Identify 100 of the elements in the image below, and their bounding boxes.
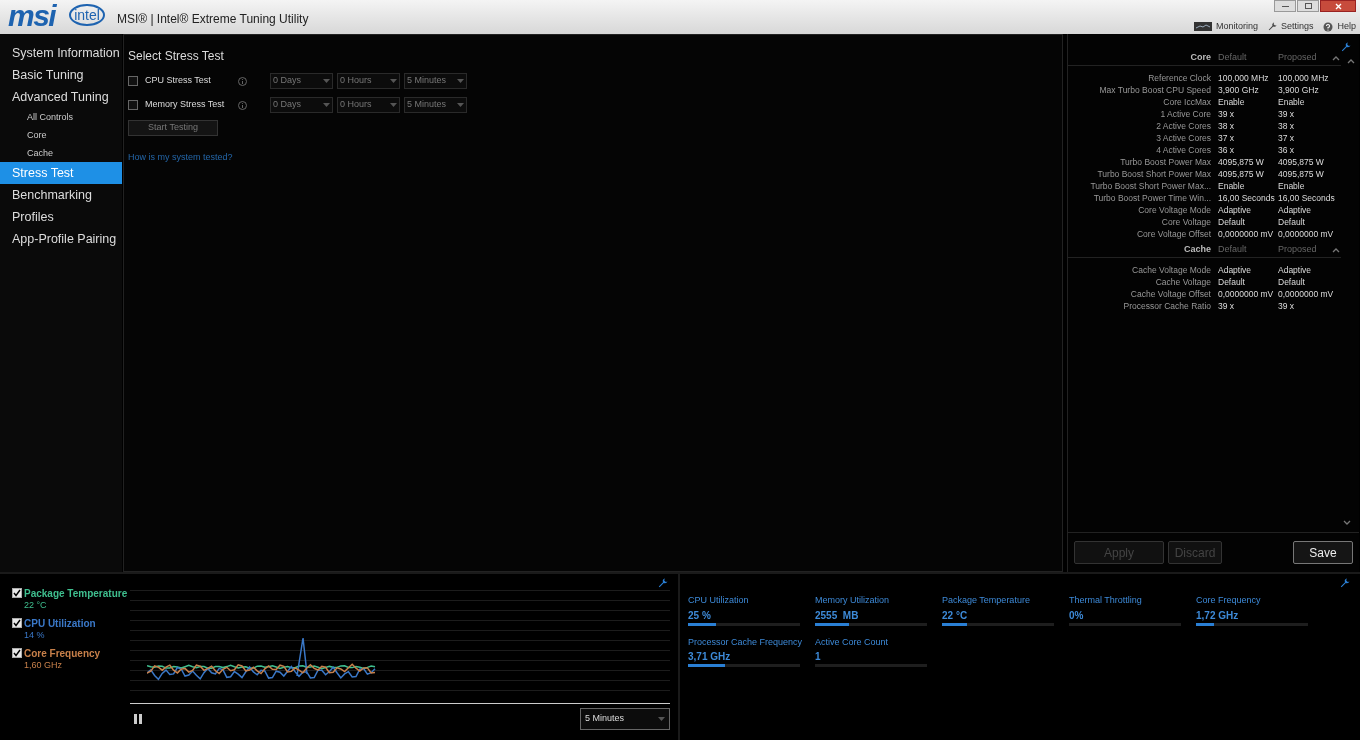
duration-dropdown[interactable]: 0 Hours (337, 97, 400, 113)
default-value: 37 x (1218, 131, 1236, 145)
sidebar-subitem[interactable]: Core (0, 126, 122, 144)
default-value: 0,0000000 mV (1218, 287, 1275, 301)
proposed-value: 0,0000000 mV (1278, 287, 1335, 301)
collapse-icon[interactable] (1332, 247, 1340, 253)
collapse-icon[interactable] (1332, 55, 1340, 61)
metric-label: Package Temperature (942, 594, 1031, 607)
default-value: 36 x (1218, 143, 1236, 157)
metric-value: 2555 MB (815, 608, 860, 623)
dropdown-arrow-icon (457, 103, 464, 107)
duration-dropdown[interactable]: 0 Days (270, 97, 333, 113)
proposed-value: 16,00 Seconds (1278, 191, 1336, 205)
metric-label: Processor Cache Frequency (688, 635, 800, 649)
default-value: 16,00 Seconds (1218, 191, 1276, 205)
maximize-button[interactable] (1297, 0, 1319, 12)
proposed-value: Enable (1278, 179, 1306, 193)
setting-label: 1 Active Core (1159, 107, 1211, 121)
setting-label: Core Voltage Mode (1137, 203, 1211, 217)
setting-label: Turbo Boost Short Power Max... (1089, 179, 1211, 193)
setting-label: Core Voltage Offset (1135, 227, 1211, 241)
checkbox[interactable] (12, 648, 22, 658)
pause-icon[interactable] (134, 714, 142, 724)
proposed-value: Default (1278, 215, 1306, 229)
sidebar-item[interactable]: Benchmarking (0, 184, 122, 206)
minimize-button[interactable] (1274, 0, 1296, 12)
proposed-value: 36 x (1278, 143, 1296, 157)
sidebar-item[interactable]: App-Profile Pairing (0, 228, 122, 250)
default-value: 39 x (1218, 107, 1236, 121)
default-value: 0,0000000 mV (1218, 227, 1275, 241)
toolbar-button[interactable]: Help (1323, 20, 1356, 34)
default-value: 39 x (1218, 299, 1236, 313)
proposed-value: 4095,875 W (1278, 167, 1325, 181)
help-link[interactable]: How is my system tested? (128, 152, 233, 162)
dropdown-arrow-icon (323, 79, 330, 83)
proposed-value: 0,0000000 mV (1278, 227, 1335, 241)
collapse-icon[interactable] (1347, 58, 1355, 64)
setting-label: 2 Active Cores (1155, 119, 1211, 133)
metric-value: 25 % (688, 608, 712, 623)
column-heading: Default (1218, 51, 1248, 65)
wrench-icon[interactable] (658, 578, 668, 588)
default-value: 4095,875 W (1218, 167, 1265, 181)
duration-dropdown[interactable]: 5 Minutes (404, 97, 467, 113)
setting-label: Max Turbo Boost CPU Speed (1098, 83, 1211, 97)
dropdown-arrow-icon (658, 717, 665, 721)
close-button[interactable] (1320, 0, 1356, 12)
info-icon[interactable] (238, 76, 247, 86)
setting-label: Cache Voltage Offset (1129, 287, 1211, 301)
proposed-value: 39 x (1278, 107, 1296, 121)
setting-label: Turbo Boost Power Max (1119, 155, 1211, 169)
legend-value: 22 °C (24, 599, 48, 611)
test-label: Memory Stress Test (145, 98, 226, 112)
panel-button[interactable]: Save (1293, 541, 1353, 564)
setting-label: 3 Active Cores (1155, 131, 1211, 145)
checkbox[interactable] (128, 100, 138, 110)
wrench-icon[interactable] (1340, 578, 1350, 588)
proposed-value: 37 x (1278, 131, 1296, 145)
time-range-dropdown[interactable]: 5 Minutes (580, 708, 670, 730)
toolbar-button[interactable]: Settings (1267, 20, 1314, 34)
default-value: 38 x (1218, 119, 1236, 133)
legend-value: 1,60 GHz (24, 659, 64, 671)
setting-label: Reference Clock (1147, 71, 1211, 85)
section-heading: Core (1189, 51, 1211, 65)
sidebar-item[interactable]: Advanced Tuning (0, 86, 122, 108)
column-heading: Proposed (1278, 243, 1318, 257)
toolbar-button[interactable]: Monitoring (1193, 20, 1258, 34)
default-value: Default (1218, 275, 1246, 289)
sidebar-item[interactable]: System Information (0, 42, 122, 64)
setting-label: Turbo Boost Short Power Max (1096, 167, 1211, 181)
metric-value: 3,71 GHz (688, 650, 732, 664)
sidebar-subitem[interactable]: Cache (0, 144, 122, 162)
default-value: Enable (1218, 179, 1246, 193)
checkbox[interactable] (12, 588, 22, 598)
sidebar-item[interactable]: Profiles (0, 206, 122, 228)
dropdown-arrow-icon (323, 103, 330, 107)
section-title: Select Stress Test (128, 48, 225, 65)
window-title: MSI® | Intel® Extreme Tuning Utility (116, 11, 309, 28)
info-icon[interactable] (238, 100, 247, 110)
checkbox[interactable] (128, 76, 138, 86)
default-value: Adaptive (1218, 263, 1253, 277)
proposed-value: 38 x (1278, 119, 1296, 133)
default-value: 4095,875 W (1218, 155, 1265, 169)
wrench-icon (1267, 22, 1277, 32)
duration-dropdown[interactable]: 0 Days (270, 73, 333, 89)
wrench-icon[interactable] (1341, 42, 1351, 52)
setting-label: Core IccMax (1162, 95, 1211, 109)
checkbox[interactable] (12, 618, 22, 628)
test-label: CPU Stress Test (145, 74, 212, 88)
expand-icon[interactable] (1343, 520, 1351, 526)
metric-label: Thermal Throttling (1069, 594, 1143, 607)
duration-dropdown[interactable]: 5 Minutes (404, 73, 467, 89)
metric-label: Active Core Count (815, 635, 890, 649)
sidebar-item[interactable]: Basic Tuning (0, 64, 122, 86)
proposed-value: Adaptive (1278, 203, 1313, 217)
proposed-value: Enable (1278, 95, 1306, 109)
proposed-value: 4095,875 W (1278, 155, 1325, 169)
duration-dropdown[interactable]: 0 Hours (337, 73, 400, 89)
dropdown-arrow-icon (390, 103, 397, 107)
sidebar-subitem[interactable]: All Controls (0, 108, 122, 126)
default-value: 3,900 GHz (1218, 83, 1260, 97)
